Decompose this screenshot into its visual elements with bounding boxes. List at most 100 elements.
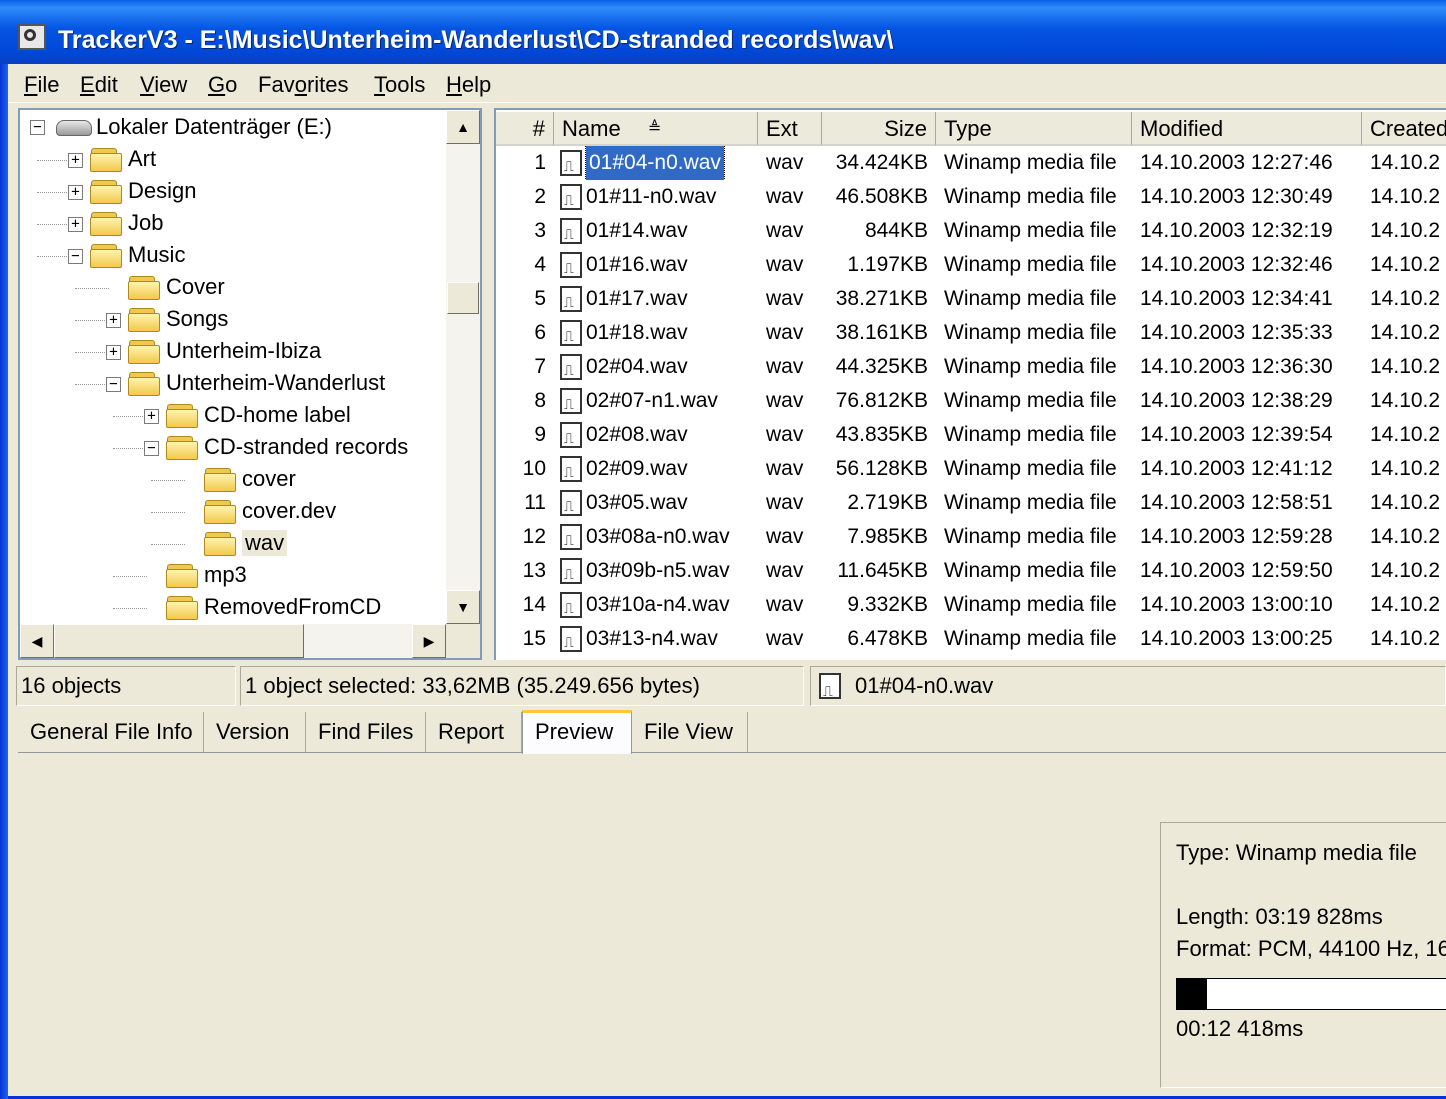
menu-tools[interactable]: Tools bbox=[374, 72, 425, 98]
table-row[interactable]: 7 02#04.wav wav 44.325KB Winamp media file 14… bbox=[496, 350, 1446, 384]
folder-tree[interactable]: − Lokaler Datenträger (E:) + Art + Design + Job… bbox=[18, 108, 482, 660]
table-row[interactable]: 9 02#08.wav wav 43.835KB Winamp media file 14… bbox=[496, 418, 1446, 452]
tree-expand-toggle[interactable]: + bbox=[68, 217, 83, 232]
file-name[interactable]: 03#08a-n0.wav bbox=[586, 520, 730, 554]
cell-created: 14.10.2 bbox=[1370, 627, 1441, 650]
tree-item-unterheim-ibiza[interactable]: Unterheim-Ibiza bbox=[166, 338, 321, 364]
tab-version[interactable]: Version bbox=[204, 712, 306, 752]
table-row[interactable]: 12 03#08a-n0.wav wav 7.985KB Winamp media fi… bbox=[496, 520, 1446, 554]
file-name[interactable]: 03#05.wav bbox=[586, 486, 688, 520]
table-row[interactable]: 3 01#14.wav wav 844KB Winamp media file 14.10… bbox=[496, 214, 1446, 248]
tree-item-cd-stranded-records[interactable]: CD-stranded records bbox=[204, 434, 408, 460]
file-name[interactable]: 01#04-n0.wav bbox=[585, 146, 725, 180]
title-bar[interactable]: TrackerV3 - E:\Music\Unterheim-Wanderlus… bbox=[0, 0, 1446, 64]
tree-hscroll-thumb[interactable] bbox=[54, 624, 304, 658]
table-row[interactable]: 10 02#09.wav wav 56.128KB Winamp media file 1… bbox=[496, 452, 1446, 486]
menu-edit[interactable]: Edit bbox=[80, 72, 118, 98]
tree-item-cover-dev[interactable]: cover.dev bbox=[242, 498, 336, 524]
tree-collapse-toggle[interactable]: − bbox=[106, 377, 121, 392]
column-header-created[interactable]: Created bbox=[1362, 112, 1446, 146]
file-name[interactable]: 01#14.wav bbox=[586, 214, 688, 248]
cell-number: 15 bbox=[522, 627, 546, 650]
menu-go[interactable]: Go bbox=[208, 72, 237, 98]
column-header-ext[interactable]: Ext bbox=[758, 112, 822, 146]
table-row[interactable]: 14 03#10a-n4.wav wav 9.332KB Winamp media fi… bbox=[496, 588, 1446, 622]
tree-scroll-thumb[interactable] bbox=[447, 282, 479, 314]
tab-report[interactable]: Report bbox=[426, 712, 522, 752]
file-name[interactable]: 03#09b-n5.wav bbox=[586, 554, 730, 588]
table-row[interactable]: 13 03#09b-n5.wav wav 11.645KB Winamp media f… bbox=[496, 554, 1446, 588]
tree-collapse-toggle[interactable]: − bbox=[144, 441, 159, 456]
tree-item-art[interactable]: Art bbox=[128, 146, 156, 172]
tree-collapse-toggle[interactable]: − bbox=[30, 120, 45, 135]
cell-created: 14.10.2 bbox=[1370, 559, 1441, 582]
table-row[interactable]: 15 03#13-n4.wav wav 6.478KB Winamp media fil… bbox=[496, 622, 1446, 656]
table-row[interactable]: 1 01#04-n0.wav wav 34.424KB Winamp media fil… bbox=[496, 146, 1446, 180]
table-row[interactable]: 11 03#05.wav wav 2.719KB Winamp media file 14… bbox=[496, 486, 1446, 520]
cell-name: 03#13-n4.wav bbox=[560, 622, 764, 656]
column-header-number[interactable]: # bbox=[496, 112, 554, 146]
tree-item-design[interactable]: Design bbox=[128, 178, 196, 204]
tree-item-removedfromcd[interactable]: RemovedFromCD bbox=[204, 594, 381, 620]
menu-favorites[interactable]: Favorites bbox=[258, 72, 349, 98]
file-name[interactable]: 02#08.wav bbox=[586, 418, 688, 452]
file-name[interactable]: 01#16.wav bbox=[586, 248, 688, 282]
tree-item-unterheim-wanderlust[interactable]: Unterheim-Wanderlust bbox=[166, 370, 385, 396]
tree-item-wav[interactable]: wav bbox=[242, 530, 288, 556]
table-row[interactable]: 8 02#07-n1.wav wav 76.812KB Winamp media fil… bbox=[496, 384, 1446, 418]
tree-item-drive-e[interactable]: Lokaler Datenträger (E:) bbox=[96, 114, 332, 140]
tree-expand-toggle[interactable]: + bbox=[106, 313, 121, 328]
tree-collapse-toggle[interactable]: − bbox=[68, 249, 83, 264]
tab-file-view[interactable]: File View bbox=[632, 712, 748, 752]
cell-created: 14.10.2 bbox=[1370, 151, 1441, 174]
tree-vertical-scrollbar[interactable] bbox=[446, 110, 480, 624]
table-row[interactable]: 5 01#17.wav wav 38.271KB Winamp media file 14… bbox=[496, 282, 1446, 316]
file-name[interactable]: 03#13-n4.wav bbox=[586, 622, 718, 656]
scroll-up-button[interactable]: ▲ bbox=[446, 110, 480, 144]
cell-modified: 14.10.2003 12:39:54 bbox=[1140, 423, 1333, 446]
tab-find-files[interactable]: Find Files bbox=[306, 712, 426, 752]
cell-number: 9 bbox=[534, 423, 546, 446]
cell-created: 14.10.2 bbox=[1370, 219, 1441, 242]
tree-item-job[interactable]: Job bbox=[128, 210, 163, 236]
column-header-size[interactable]: Size bbox=[822, 112, 936, 146]
tree-expand-toggle[interactable]: + bbox=[68, 153, 83, 168]
menu-help[interactable]: Help bbox=[446, 72, 491, 98]
scroll-down-button[interactable]: ▼ bbox=[446, 590, 480, 624]
cell-number: 3 bbox=[534, 219, 546, 242]
tree-expand-toggle[interactable]: + bbox=[68, 185, 83, 200]
playback-progress-bar[interactable] bbox=[1176, 978, 1446, 1010]
cell-ext: wav bbox=[766, 525, 804, 548]
tree-item-music[interactable]: Music bbox=[128, 242, 185, 268]
tree-item-cover[interactable]: cover bbox=[242, 466, 296, 492]
tree-item-cd-home-label[interactable]: CD-home label bbox=[204, 402, 351, 428]
file-list[interactable]: #Name≜ExtSizeTypeModifiedCreated 1 01#04-n… bbox=[494, 108, 1446, 660]
column-header-type[interactable]: Type bbox=[936, 112, 1132, 146]
tab-preview[interactable]: Preview bbox=[522, 710, 632, 754]
tab-general-file-info[interactable]: General File Info bbox=[18, 712, 204, 752]
table-row[interactable]: 6 01#18.wav wav 38.161KB Winamp media file 14… bbox=[496, 316, 1446, 350]
tree-expand-toggle[interactable]: + bbox=[144, 409, 159, 424]
tree-item-cover[interactable]: Cover bbox=[166, 274, 225, 300]
file-name[interactable]: 01#11-n0.wav bbox=[586, 180, 716, 214]
table-row[interactable]: 4 01#16.wav wav 1.197KB Winamp media file 14.… bbox=[496, 248, 1446, 282]
file-name[interactable]: 02#04.wav bbox=[586, 350, 688, 384]
tree-expand-toggle[interactable]: + bbox=[106, 345, 121, 360]
file-name[interactable]: 01#17.wav bbox=[586, 282, 688, 316]
cell-number: 13 bbox=[522, 559, 546, 582]
file-name[interactable]: 02#07-n1.wav bbox=[586, 384, 718, 418]
cell-type: Winamp media file bbox=[944, 185, 1117, 208]
menu-file[interactable]: File bbox=[24, 72, 59, 98]
table-row[interactable]: 2 01#11-n0.wav wav 46.508KB Winamp media fil… bbox=[496, 180, 1446, 214]
scroll-left-button[interactable]: ◀ bbox=[20, 624, 54, 658]
tree-item-mp3[interactable]: mp3 bbox=[204, 562, 247, 588]
file-name[interactable]: 03#10a-n4.wav bbox=[586, 588, 730, 622]
file-name[interactable]: 02#09.wav bbox=[586, 452, 688, 486]
menu-view[interactable]: View bbox=[140, 72, 187, 98]
cell-name: 03#08a-n0.wav bbox=[560, 520, 764, 554]
column-header-name[interactable]: Name ≜ bbox=[554, 112, 758, 146]
file-name[interactable]: 01#18.wav bbox=[586, 316, 688, 350]
column-header-modified[interactable]: Modified bbox=[1132, 112, 1362, 146]
tree-item-songs[interactable]: Songs bbox=[166, 306, 228, 332]
scroll-right-button[interactable]: ▶ bbox=[412, 624, 446, 658]
